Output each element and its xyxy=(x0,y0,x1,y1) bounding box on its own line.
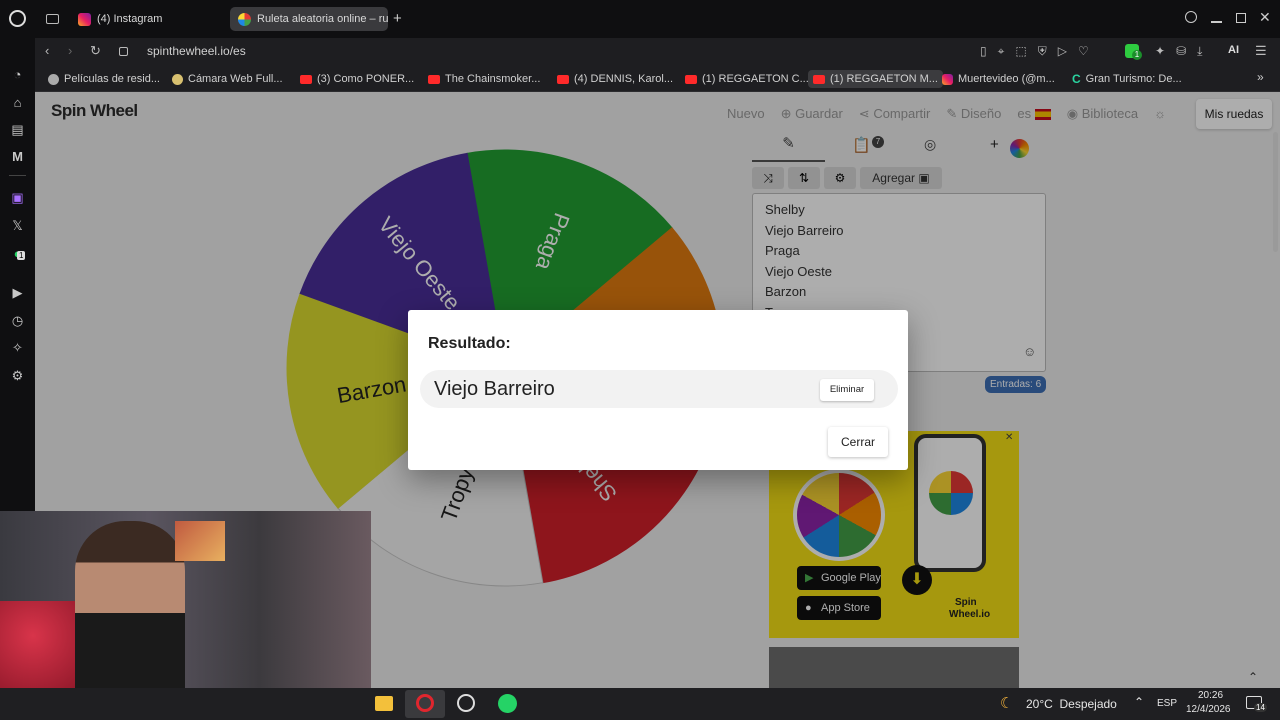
back-icon[interactable]: ‹ xyxy=(45,43,49,58)
x-icon[interactable]: 𝕏 xyxy=(9,217,26,234)
dialog-title: Resultado: xyxy=(428,335,511,352)
play-icon[interactable]: ▷ xyxy=(1058,44,1067,59)
instagram-icon xyxy=(78,12,91,26)
windows-taskbar: ☾ 20°C Despejado ⌃ ESP 20:26 12/4/2026 1… xyxy=(0,688,1280,720)
clock-date[interactable]: 12/4/2026 xyxy=(1186,704,1231,715)
search-tabs-icon[interactable] xyxy=(1185,11,1197,23)
menu-icon[interactable]: ☰ xyxy=(1255,43,1267,59)
forward-icon[interactable]: › xyxy=(68,43,72,58)
tab-island-icon[interactable] xyxy=(46,14,59,24)
webcam-poster-image xyxy=(175,521,225,561)
weather-text[interactable]: 20°C Despejado xyxy=(1026,697,1117,711)
opera-logo-icon xyxy=(416,694,434,712)
youtube-icon xyxy=(813,74,825,84)
heart-icon[interactable]: ♡ xyxy=(1078,44,1089,59)
bookmark-item[interactable]: The Chainsmoker... xyxy=(423,70,545,88)
bookmark-item[interactable]: Cámara Web Full... xyxy=(167,70,288,88)
c-icon: C xyxy=(1072,72,1081,86)
bookmark-item[interactable]: Muertevideo (@m... xyxy=(937,70,1060,88)
sidebar-badge: 1 xyxy=(17,251,26,260)
close-button[interactable]: Cerrar xyxy=(828,427,888,457)
sidebar-divider xyxy=(9,175,26,176)
webcam-person-image xyxy=(75,521,185,688)
aria-icon[interactable]: ⌂ xyxy=(9,94,26,111)
opera-gx-icon[interactable] xyxy=(457,694,475,712)
bookmark-item[interactable]: (4) DENNIS, Karol... xyxy=(552,70,678,88)
spinwheel-favicon-icon xyxy=(238,12,251,26)
bookmarks-bar: Películas de resid... Cámara Web Full...… xyxy=(35,66,1280,92)
right-toolbar-icons: ✦ ⛁ ⤓ xyxy=(1155,44,1202,59)
youtube-icon xyxy=(300,74,312,84)
pin-icon[interactable]: ⌖ xyxy=(998,44,1005,59)
whatsapp-taskbar-icon[interactable] xyxy=(498,694,517,713)
camera-icon xyxy=(172,73,183,85)
extensions-icon[interactable]: ✧ xyxy=(9,339,26,356)
m-icon[interactable]: M xyxy=(9,148,26,165)
download-icon[interactable]: ⤓ xyxy=(1197,44,1202,59)
shield-icon[interactable]: ⛨ xyxy=(1038,44,1047,59)
bookmark-item[interactable]: C Gran Turismo: De... xyxy=(1067,70,1187,88)
result-text: Viejo Barreiro xyxy=(434,378,555,400)
tab-instagram[interactable]: (4) Instagram xyxy=(70,7,225,31)
weather-moon-icon: ☾ xyxy=(1000,695,1014,712)
opera-logo-icon[interactable] xyxy=(9,10,26,27)
bookmark-item[interactable]: (3) Como PONER... xyxy=(295,70,419,88)
tab-label: Ruleta aleatoria online – ru xyxy=(257,13,388,25)
extensions-icon[interactable]: ✦ xyxy=(1155,44,1165,59)
speed-dial-icon[interactable]: ◔ xyxy=(9,66,26,83)
toolbar-icons: ▯ ⌖ ⬚ ⛨ ▷ ♡ xyxy=(980,44,1089,59)
maximize-button[interactable] xyxy=(1236,13,1246,23)
history-icon[interactable]: ◷ xyxy=(9,312,26,329)
clock-time[interactable]: 20:26 xyxy=(1198,690,1223,701)
youtube-icon xyxy=(428,74,440,84)
bookmark-item[interactable]: (1) REGGAETON C... xyxy=(680,70,814,88)
bookmark-item[interactable]: Películas de resid... xyxy=(43,70,165,88)
youtube-icon xyxy=(685,74,697,84)
new-tab-button[interactable]: + xyxy=(393,10,402,27)
film-icon xyxy=(48,73,59,85)
ai-button[interactable]: AI xyxy=(1228,44,1239,56)
tab-spinthewheel[interactable]: Ruleta aleatoria online – ru xyxy=(230,7,388,31)
tab-label: (4) Instagram xyxy=(97,13,163,25)
browser-tab-bar: (4) Instagram Ruleta aleatoria online – … xyxy=(0,0,1280,38)
page-scrollbar[interactable] xyxy=(1273,132,1278,252)
address-bar: ‹ › ↻ spinthewheel.io/es ▯ ⌖ ⬚ ⛨ ▷ ♡ 1 ✦… xyxy=(35,38,1280,66)
player-icon[interactable]: ▶ xyxy=(9,284,26,301)
url-field[interactable]: spinthewheel.io/es xyxy=(147,44,246,58)
result-row: Viejo Barreiro Eliminar xyxy=(420,370,898,408)
minimize-button[interactable] xyxy=(1211,21,1222,23)
vpn-badge: 1 xyxy=(1132,50,1142,60)
result-dialog: Resultado: Viejo Barreiro Eliminar Cerra… xyxy=(408,310,908,470)
instagram-icon xyxy=(942,73,953,85)
snapshot-icon[interactable]: ⬚ xyxy=(1015,44,1026,59)
remove-button[interactable]: Eliminar xyxy=(820,379,874,401)
wallet-icon[interactable]: ⛁ xyxy=(1176,44,1186,59)
reload-icon[interactable]: ↻ xyxy=(90,43,101,59)
input-language[interactable]: ESP xyxy=(1157,698,1177,709)
settings-icon[interactable]: ⚙ xyxy=(9,367,26,384)
webcam-overlay xyxy=(0,511,371,688)
lock-icon xyxy=(119,47,128,56)
file-explorer-icon[interactable] xyxy=(375,696,393,711)
close-window-button[interactable]: ✕ xyxy=(1259,9,1271,26)
bookmark-item[interactable]: (1) REGGAETON M... xyxy=(808,70,943,88)
more-bookmarks-icon[interactable]: » xyxy=(1257,70,1264,84)
twitch-icon[interactable]: ▣ xyxy=(9,189,26,206)
youtube-icon xyxy=(557,74,569,84)
notifications-badge: 14 xyxy=(1254,703,1267,712)
news-icon[interactable]: ▤ xyxy=(9,121,26,138)
tray-chevron-icon[interactable]: ⌃ xyxy=(1134,695,1144,709)
split-view-icon[interactable]: ▯ xyxy=(980,44,987,59)
